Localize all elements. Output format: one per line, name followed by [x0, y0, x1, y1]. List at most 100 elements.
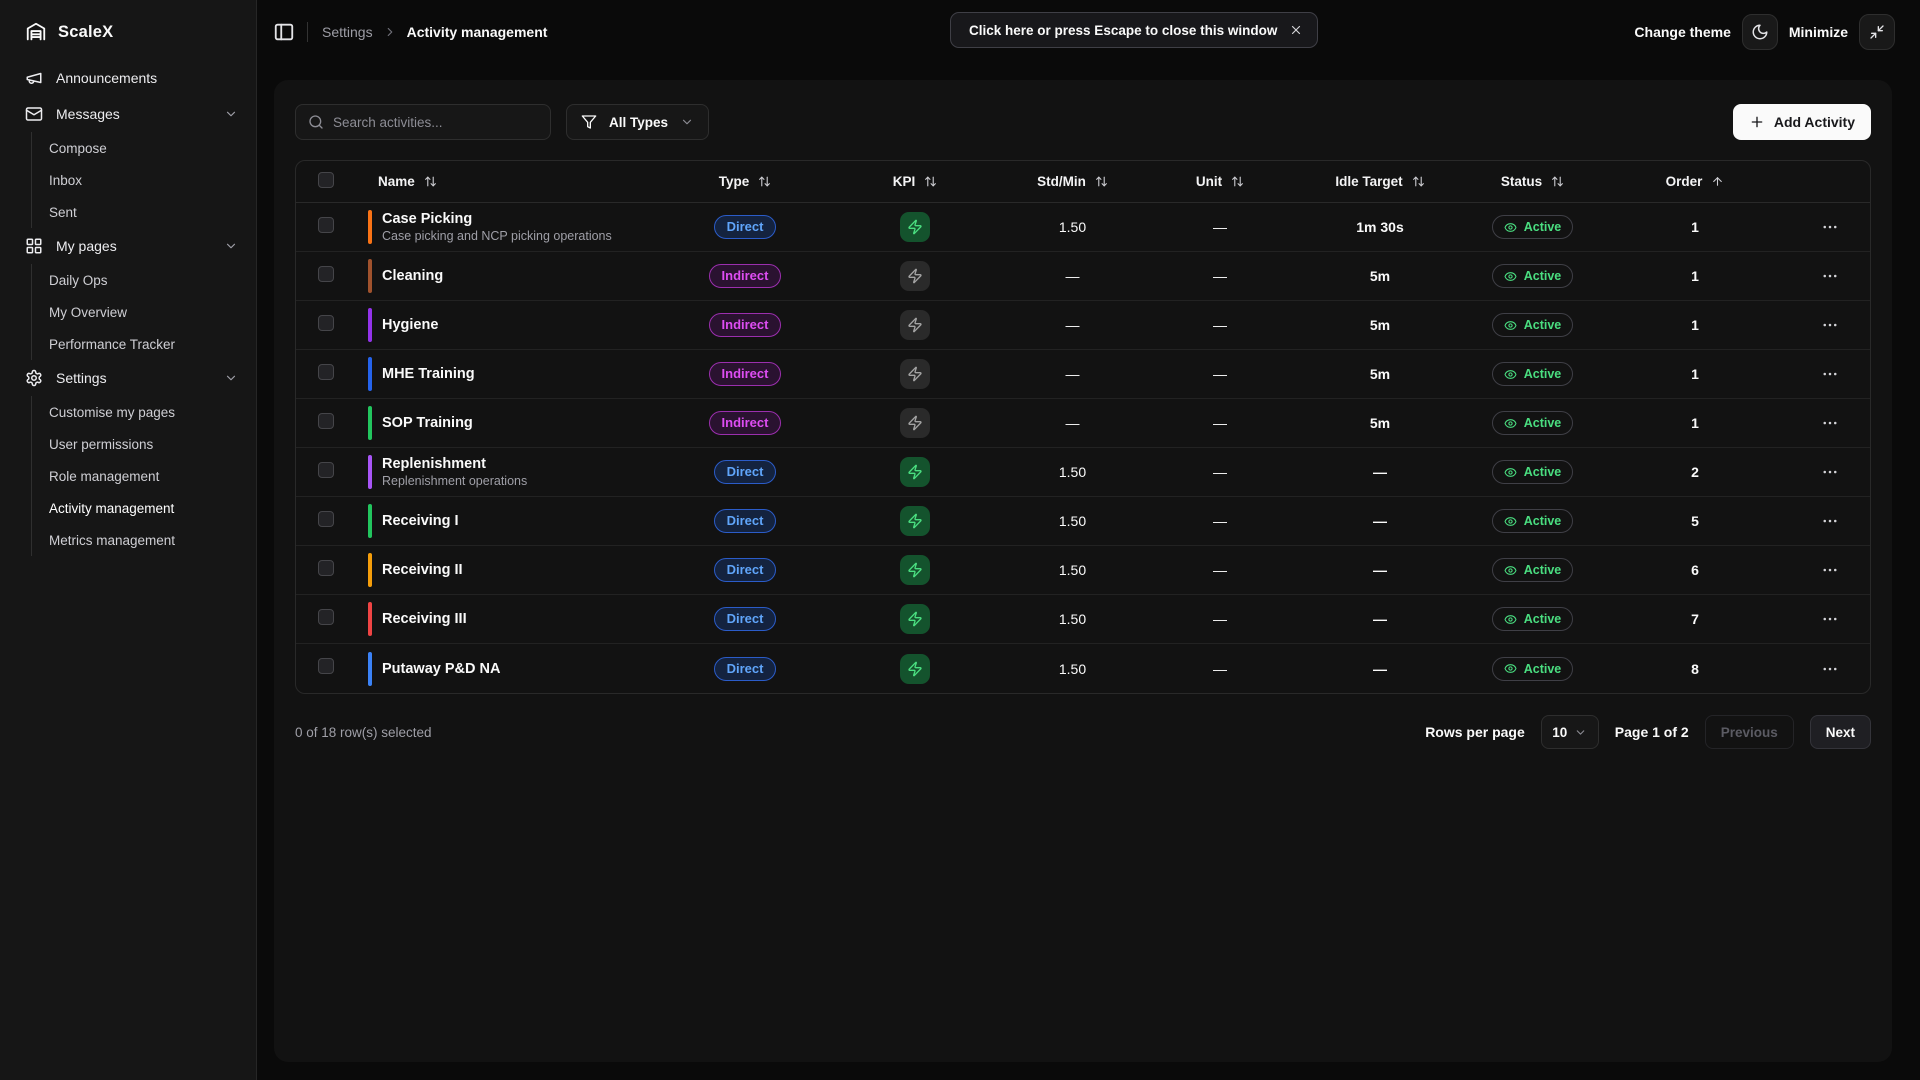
table-row[interactable]: MHE Training Indirect — — 5m Active 1	[296, 350, 1870, 399]
sidebar-item-inbox[interactable]: Inbox	[32, 164, 256, 196]
sidebar-item-customise-my-pages[interactable]: Customise my pages	[32, 396, 256, 428]
column-header-std-min[interactable]: Std/Min	[1000, 174, 1145, 189]
table-row[interactable]: Case PickingCase picking and NCP picking…	[296, 203, 1870, 252]
table-row[interactable]: Receiving I Direct 1.50 — — Active 5	[296, 497, 1870, 546]
column-header-idle-target[interactable]: Idle Target	[1295, 174, 1465, 189]
row-checkbox[interactable]	[318, 266, 334, 282]
sidebar-item-announcements[interactable]: Announcements	[0, 60, 256, 96]
row-checkbox[interactable]	[318, 413, 334, 429]
table-row[interactable]: ReplenishmentReplenishment operations Di…	[296, 448, 1870, 497]
row-actions-button[interactable]	[1821, 316, 1839, 334]
row-checkbox[interactable]	[318, 560, 334, 576]
std-min-value: 1.50	[1000, 464, 1145, 480]
std-min-value: 1.50	[1000, 219, 1145, 235]
activity-name: Putaway P&D NA	[382, 661, 500, 677]
sort-icon[interactable]	[1551, 175, 1564, 188]
column-header-kpi[interactable]: KPI	[830, 174, 1000, 189]
rows-per-page-select[interactable]: 10	[1541, 715, 1599, 749]
close-window-banner[interactable]: Click here or press Escape to close this…	[950, 12, 1318, 48]
table-row[interactable]: Cleaning Indirect — — 5m Active 1	[296, 252, 1870, 301]
ellipsis-icon	[1821, 414, 1839, 432]
sidebar-item-my-pages[interactable]: My pages	[0, 228, 256, 264]
search-box[interactable]	[295, 104, 551, 140]
row-checkbox[interactable]	[318, 364, 334, 380]
breadcrumb-section[interactable]: Settings	[322, 24, 373, 40]
row-actions-button[interactable]	[1821, 414, 1839, 432]
row-checkbox[interactable]	[318, 609, 334, 625]
row-actions-button[interactable]	[1821, 512, 1839, 530]
row-checkbox[interactable]	[318, 511, 334, 527]
activity-description: Replenishment operations	[382, 474, 527, 488]
type-badge: Indirect	[709, 264, 782, 288]
chevron-down-icon	[224, 239, 238, 253]
theme-toggle-button[interactable]	[1742, 14, 1778, 50]
row-checkbox[interactable]	[318, 217, 334, 233]
sidebar-item-activity-management[interactable]: Activity management	[32, 492, 256, 524]
row-actions-button[interactable]	[1821, 610, 1839, 628]
kpi-zap-icon	[900, 408, 930, 438]
sort-ascending-icon[interactable]	[1711, 175, 1724, 188]
sort-icon[interactable]	[758, 175, 771, 188]
next-page-button[interactable]: Next	[1810, 715, 1871, 749]
row-actions-button[interactable]	[1821, 365, 1839, 383]
sidebar-item-settings[interactable]: Settings	[0, 360, 256, 396]
column-header-type[interactable]: Type	[660, 174, 830, 189]
table-row[interactable]: SOP Training Indirect — — 5m Active 1	[296, 399, 1870, 448]
change-theme-label: Change theme	[1634, 24, 1730, 40]
sidebar-item-daily-ops[interactable]: Daily Ops	[32, 264, 256, 296]
sort-icon[interactable]	[924, 175, 937, 188]
sidebar-item-user-permissions[interactable]: User permissions	[32, 428, 256, 460]
column-header-name[interactable]: Name	[352, 174, 660, 189]
sort-icon[interactable]	[424, 175, 437, 188]
chevron-down-icon	[680, 115, 694, 129]
std-min-value: —	[1000, 415, 1145, 431]
column-header-unit[interactable]: Unit	[1145, 174, 1295, 189]
sidebar-item-compose[interactable]: Compose	[32, 132, 256, 164]
activities-table: Name Type KPI Std/Min Unit Idle Target S…	[295, 160, 1871, 694]
status-badge: Active	[1492, 411, 1574, 435]
idle-target-value: —	[1295, 464, 1465, 480]
row-actions-button[interactable]	[1821, 660, 1839, 678]
column-header-order[interactable]: Order	[1600, 174, 1790, 189]
type-filter-button[interactable]: All Types	[566, 104, 709, 140]
moon-icon	[1751, 23, 1769, 41]
funnel-icon	[581, 114, 597, 130]
kpi-zap-icon	[900, 310, 930, 340]
order-value: 2	[1600, 464, 1790, 480]
row-checkbox[interactable]	[318, 315, 334, 331]
eye-icon	[1504, 613, 1517, 626]
table-row[interactable]: Putaway P&D NA Direct 1.50 — — Active 8	[296, 644, 1870, 693]
minimize-button[interactable]	[1859, 14, 1895, 50]
table-row[interactable]: Receiving III Direct 1.50 — — Active 7	[296, 595, 1870, 644]
sort-icon[interactable]	[1231, 175, 1244, 188]
row-actions-button[interactable]	[1821, 561, 1839, 579]
table-row[interactable]: Hygiene Indirect — — 5m Active 1	[296, 301, 1870, 350]
idle-target-value: —	[1295, 513, 1465, 529]
sidebar-item-performance-tracker[interactable]: Performance Tracker	[32, 328, 256, 360]
close-icon[interactable]	[1289, 23, 1303, 37]
row-actions-button[interactable]	[1821, 267, 1839, 285]
content-card: All Types Add Activity Name Type KPI Std…	[274, 80, 1892, 1062]
activity-name: SOP Training	[382, 415, 473, 431]
sidebar-item-messages[interactable]: Messages	[0, 96, 256, 132]
sidebar-toggle-button[interactable]	[273, 21, 295, 43]
sidebar-item-metrics-management[interactable]: Metrics management	[32, 524, 256, 556]
unit-value: —	[1145, 513, 1295, 529]
row-actions-button[interactable]	[1821, 218, 1839, 236]
kpi-zap-icon	[900, 261, 930, 291]
row-checkbox[interactable]	[318, 658, 334, 674]
select-all-checkbox[interactable]	[318, 172, 334, 188]
row-checkbox[interactable]	[318, 462, 334, 478]
sidebar-item-sent[interactable]: Sent	[32, 196, 256, 228]
previous-page-button[interactable]: Previous	[1705, 715, 1794, 749]
add-activity-button[interactable]: Add Activity	[1733, 104, 1871, 140]
sidebar-item-role-management[interactable]: Role management	[32, 460, 256, 492]
sort-icon[interactable]	[1412, 175, 1425, 188]
sidebar-item-my-overview[interactable]: My Overview	[32, 296, 256, 328]
search-input[interactable]	[333, 115, 538, 130]
status-badge: Active	[1492, 460, 1574, 484]
column-header-status[interactable]: Status	[1465, 174, 1600, 189]
table-row[interactable]: Receiving II Direct 1.50 — — Active 6	[296, 546, 1870, 595]
sort-icon[interactable]	[1095, 175, 1108, 188]
row-actions-button[interactable]	[1821, 463, 1839, 481]
